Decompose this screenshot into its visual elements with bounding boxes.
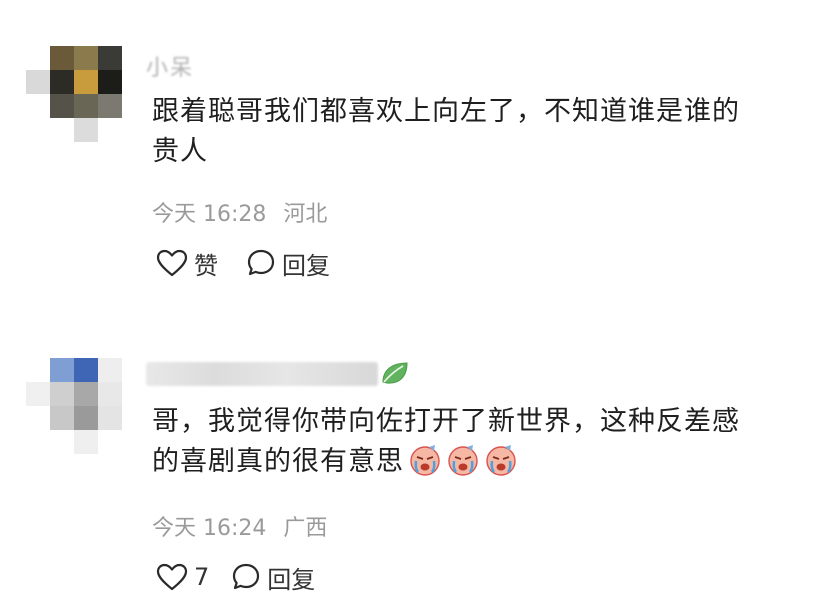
- like-label: 赞: [194, 251, 218, 280]
- speech-bubble-icon: [231, 562, 261, 592]
- comment-item: 哥，我觉得你带向佐打开了新世界，这种反差感 的喜剧真的很有意思 今天 16:24…: [0, 330, 832, 596]
- crying-face-emoji: [446, 443, 480, 477]
- comment-text-line: 跟着聪哥我们都喜欢上向左了，不知道谁是谁的: [152, 96, 740, 127]
- speech-bubble-icon: [246, 248, 276, 278]
- comment-actions: 7 回复: [156, 560, 343, 594]
- like-count: 7: [194, 563, 210, 591]
- avatar[interactable]: [26, 46, 122, 142]
- avatar[interactable]: [26, 358, 122, 454]
- comment-item: 小呆 跟着聪哥我们都喜欢上向左了，不知道谁是谁的 贵人 今天 16:28 河北 …: [0, 0, 832, 300]
- green-leaf-icon: [380, 360, 410, 390]
- comment-time: 今天 16:24: [152, 516, 267, 541]
- comment-text: 跟着聪哥我们都喜欢上向左了，不知道谁是谁的 贵人: [152, 92, 812, 172]
- comment-meta: 今天 16:24 广西: [152, 510, 337, 542]
- crying-face-emoji: [408, 443, 442, 477]
- comment-text-line-2: 的喜剧真的很有意思: [152, 442, 812, 483]
- heart-outline-icon: [156, 563, 188, 591]
- comment-text: 哥，我觉得你带向佐打开了新世界，这种反差感 的喜剧真的很有意思: [152, 402, 812, 483]
- avatar-mosaic: [26, 358, 122, 454]
- comment-time: 今天 16:28: [152, 202, 267, 227]
- like-button[interactable]: 赞: [156, 246, 218, 281]
- comment-meta: 今天 16:28 河北: [152, 196, 337, 228]
- emoji-group: [408, 443, 522, 483]
- comment-text-line: 哥，我觉得你带向佐打开了新世界，这种反差感: [152, 406, 740, 437]
- crying-face-emoji: [484, 443, 518, 477]
- heart-outline-icon: [156, 249, 188, 277]
- avatar-mosaic: [26, 46, 122, 142]
- reply-button[interactable]: 回复: [231, 560, 315, 595]
- comment-actions: 赞 回复: [156, 246, 358, 280]
- reply-label: 回复: [282, 251, 330, 280]
- comment-text-line: 贵人: [152, 136, 208, 167]
- author-name-blurred[interactable]: [146, 362, 378, 386]
- reply-button[interactable]: 回复: [246, 246, 330, 281]
- reply-label: 回复: [267, 565, 316, 594]
- like-button[interactable]: 7: [156, 563, 209, 591]
- comment-location: 广西: [283, 516, 328, 541]
- comment-location: 河北: [283, 202, 328, 227]
- comment-text-fragment: 的喜剧真的很有意思: [152, 446, 404, 477]
- author-name[interactable]: 小呆: [146, 50, 194, 82]
